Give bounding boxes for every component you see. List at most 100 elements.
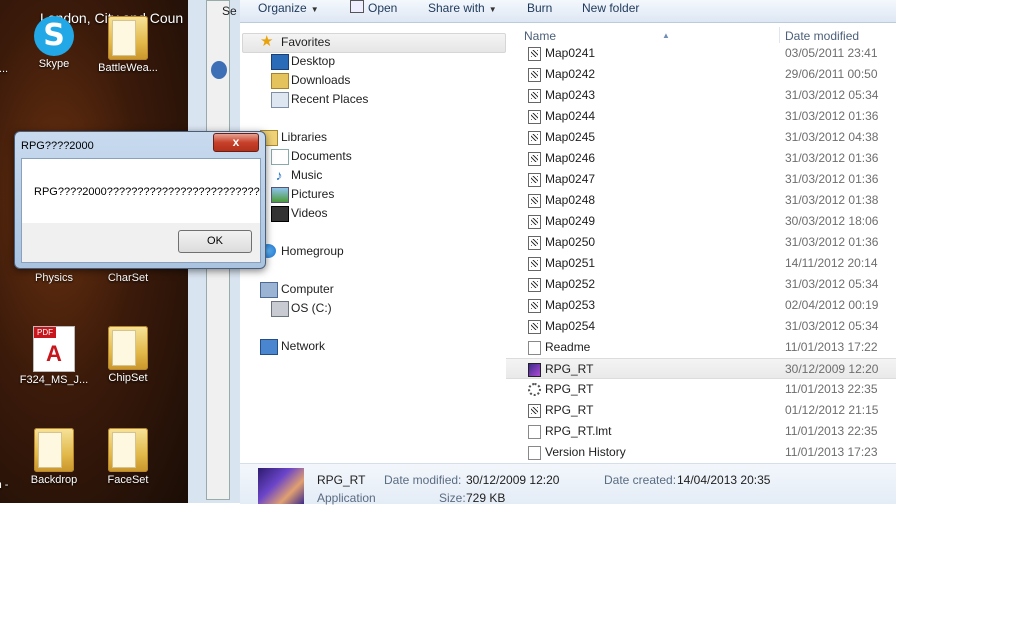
application-thumbnail xyxy=(258,468,304,504)
open-button[interactable]: Open xyxy=(350,0,397,22)
details-date-created-label: Date created: xyxy=(604,473,677,487)
desktop-icon-skype[interactable]: S Skype xyxy=(14,16,94,70)
share-with-label: Share with xyxy=(428,1,485,15)
ok-button[interactable]: OK xyxy=(178,230,252,253)
file-row[interactable]: Map0252 31/03/2012 05:34 xyxy=(506,274,896,295)
file-name: RPG_RT xyxy=(545,403,594,417)
file-name: RPG_RT xyxy=(545,362,594,376)
file-date-modified: 31/03/2012 01:36 xyxy=(785,235,879,249)
file-row[interactable]: Readme 11/01/2013 17:22 xyxy=(506,337,896,358)
file-name: Map0251 xyxy=(545,256,596,270)
file-date-modified: 01/12/2012 21:15 xyxy=(785,403,879,417)
file-row[interactable]: RPG_RT 11/01/2013 22:35 xyxy=(506,379,896,400)
desktop-icon-chipset[interactable]: ChipSet xyxy=(88,326,168,384)
file-date-modified: 30/12/2009 12:20 xyxy=(785,362,879,376)
desktop-icon-label: CharSet xyxy=(107,272,149,284)
file-name: Map0244 xyxy=(545,109,596,123)
file-row[interactable]: RPG_RT 01/12/2012 21:15 xyxy=(506,400,896,421)
close-icon: x xyxy=(232,135,240,149)
dialog-message-area: RPG????2000????????????????????????? xyxy=(22,159,260,223)
file-row[interactable]: Map0243 31/03/2012 05:34 xyxy=(506,85,896,106)
nav-label: OS (C:) xyxy=(291,301,332,315)
file-name: Map0247 xyxy=(545,172,596,186)
desktop-icon-battleweapon[interactable]: BattleWea... xyxy=(88,16,168,74)
file-row[interactable]: Map0253 02/04/2012 00:19 xyxy=(506,295,896,316)
details-date-created: 14/04/2013 20:35 xyxy=(677,473,771,487)
desktop-edge-label: n - xyxy=(0,479,9,491)
map-file-icon xyxy=(528,215,541,229)
file-date-modified: 31/03/2012 04:38 xyxy=(785,130,879,144)
file-row[interactable]: Map0249 30/03/2012 18:06 xyxy=(506,211,896,232)
file-row[interactable]: Map0251 14/11/2012 20:14 xyxy=(506,253,896,274)
desktop-icon-faceset[interactable]: FaceSet xyxy=(88,428,168,486)
file-date-modified: 03/05/2011 23:41 xyxy=(785,46,878,60)
file-date-modified: 31/03/2012 01:36 xyxy=(785,109,879,123)
file-row[interactable]: Map0245 31/03/2012 04:38 xyxy=(506,127,896,148)
organize-button[interactable]: Organize ▼ xyxy=(258,0,319,22)
folder-icon xyxy=(34,428,74,472)
details-date-modified: 30/12/2009 12:20 xyxy=(466,473,560,487)
file-row[interactable]: Version History 11/01/2013 17:23 xyxy=(506,442,896,463)
close-button[interactable]: x xyxy=(213,133,259,152)
new-folder-button[interactable]: New folder xyxy=(582,0,639,22)
file-name: Map0253 xyxy=(545,298,596,312)
network-icon xyxy=(260,339,278,355)
nav-label: Favorites xyxy=(281,35,331,49)
map-file-icon xyxy=(528,257,541,271)
map-file-icon xyxy=(528,68,541,82)
map-file-icon xyxy=(528,320,541,334)
application-icon xyxy=(528,363,541,377)
file-date-modified: 31/03/2012 05:34 xyxy=(785,88,879,102)
details-name: RPG_RT xyxy=(317,473,366,487)
nav-label: Recent Places xyxy=(291,92,369,106)
map-file-icon xyxy=(528,152,541,166)
burn-button[interactable]: Burn xyxy=(527,0,552,22)
nav-label: Videos xyxy=(291,206,328,220)
details-date-modified-label: Date modified: xyxy=(384,473,462,487)
nav-label: Homegroup xyxy=(281,244,344,258)
nav-label: Libraries xyxy=(281,130,328,144)
file-row[interactable]: RPG_RT 30/12/2009 12:20 xyxy=(506,358,896,379)
nav-label: Music xyxy=(291,168,323,182)
file-row[interactable]: Map0244 31/03/2012 01:36 xyxy=(506,106,896,127)
file-name: Version History xyxy=(545,445,626,459)
drive-icon xyxy=(271,301,289,317)
file-name: Map0249 xyxy=(545,214,596,228)
column-divider[interactable] xyxy=(779,27,780,43)
file-row[interactable]: Map0246 31/03/2012 01:36 xyxy=(506,148,896,169)
file-row[interactable]: Map0241 03/05/2011 23:41 xyxy=(506,43,896,64)
map-file-icon xyxy=(528,404,541,418)
nav-label: Documents xyxy=(291,149,352,163)
file-name: Map0246 xyxy=(545,151,596,165)
desktop-icon-label: ChipSet xyxy=(108,372,148,384)
file-row[interactable]: Map0250 31/03/2012 01:36 xyxy=(506,232,896,253)
file-date-modified: 11/01/2013 22:35 xyxy=(785,424,878,438)
pictures-icon xyxy=(271,187,289,203)
file-row[interactable]: Map0254 31/03/2012 05:34 xyxy=(506,316,896,337)
map-file-icon xyxy=(528,47,541,61)
map-file-icon xyxy=(528,131,541,145)
file-row[interactable]: RPG_RT.lmt 11/01/2013 22:35 xyxy=(506,421,896,442)
map-file-icon xyxy=(528,173,541,187)
share-with-button[interactable]: Share with ▼ xyxy=(428,0,497,22)
text-file-icon xyxy=(528,446,541,460)
details-type: Application xyxy=(317,491,376,505)
background-window-title: Se xyxy=(222,4,237,18)
file-row[interactable]: Map0242 29/06/2011 00:50 xyxy=(506,64,896,85)
file-row[interactable]: Map0248 31/03/2012 01:38 xyxy=(506,190,896,211)
desktop-icon-backdrop[interactable]: Backdrop xyxy=(14,428,94,486)
message-dialog: RPG????2000 x RPG????2000???????????????… xyxy=(14,131,266,269)
open-label: Open xyxy=(368,1,398,15)
nav-label: Downloads xyxy=(291,73,351,87)
file-name: Map0254 xyxy=(545,319,596,333)
desktop-icon-pdf[interactable]: PDF A F324_MS_J... xyxy=(14,326,94,386)
burn-label: Burn xyxy=(527,1,553,15)
file-date-modified: 31/03/2012 01:36 xyxy=(785,151,879,165)
chevron-down-icon: ▼ xyxy=(310,5,319,14)
column-header-label: Name xyxy=(524,29,557,43)
nav-label: Desktop xyxy=(291,54,336,68)
map-file-icon xyxy=(528,299,541,313)
file-row[interactable]: Map0247 31/03/2012 01:36 xyxy=(506,169,896,190)
text-file-icon xyxy=(528,425,541,439)
videos-icon xyxy=(271,206,289,222)
